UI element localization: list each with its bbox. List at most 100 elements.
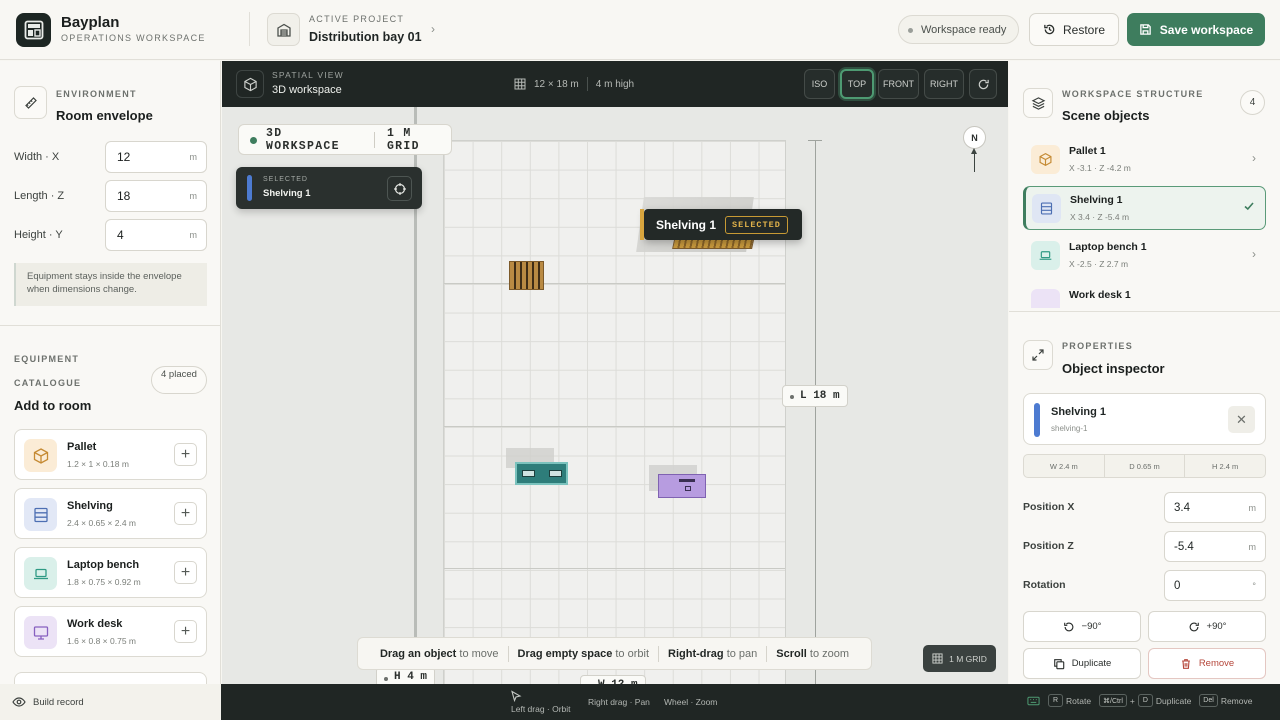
- object-color-bar: [1034, 403, 1040, 437]
- object-name: Work desk 1: [1069, 289, 1131, 301]
- add-work-desk-button[interactable]: +: [174, 620, 197, 643]
- remove-button[interactable]: Remove: [1148, 648, 1266, 679]
- rotate-left-button[interactable]: −90°: [1023, 611, 1141, 642]
- grid-major-line: [444, 426, 785, 427]
- deselect-close-button[interactable]: ✕: [1228, 406, 1255, 433]
- help-divider: [658, 645, 660, 662]
- tooltip-selected-tag: SELECTED: [725, 215, 788, 234]
- build-record-label: Build record: [33, 696, 84, 708]
- duplicate-icon: [1053, 658, 1064, 669]
- grid-major-line: [444, 568, 785, 569]
- position-x-value: 3.4: [1174, 501, 1190, 514]
- focus-target-button[interactable]: [387, 176, 412, 201]
- width-input[interactable]: 12 m: [105, 141, 207, 173]
- object-name: Pallet 1: [1069, 145, 1106, 157]
- length-input[interactable]: 18 m: [105, 180, 207, 212]
- scene-object-laptop-bench-1[interactable]: Laptop bench 1 X -2.5 · Z 2.7 m ›: [1023, 234, 1266, 278]
- build-record-button[interactable]: Build record: [0, 684, 221, 720]
- rotation-input[interactable]: 0 °: [1164, 570, 1266, 601]
- shortcut-remove: Remove: [1220, 695, 1253, 706]
- object-position: X -3.1 · Z -4.2 m: [1069, 163, 1131, 173]
- bayplan-logo-icon[interactable]: [16, 13, 51, 47]
- add-shelving-button[interactable]: +: [174, 502, 197, 525]
- compass-north[interactable]: N: [963, 126, 986, 149]
- selected-name: Shelving 1: [263, 188, 311, 199]
- restore-button[interactable]: Restore: [1029, 13, 1119, 46]
- grid-icon: [514, 78, 526, 90]
- chevron-right-icon: ›: [1252, 247, 1256, 261]
- item-name: Pallet: [67, 441, 97, 453]
- position-x-unit: m: [1248, 503, 1257, 513]
- scene-object-pallet-1[interactable]: Pallet 1 X -3.1 · Z -4.2 m ›: [1023, 138, 1266, 182]
- object-name: Laptop bench 1: [1069, 241, 1147, 253]
- length-unit: m: [189, 191, 198, 201]
- position-z-input[interactable]: -5.4 m: [1164, 531, 1266, 562]
- grid-major-line: [444, 283, 785, 284]
- grid-toggle-button[interactable]: 1 M GRID: [923, 645, 996, 672]
- add-pallet-button[interactable]: +: [174, 443, 197, 466]
- rotation-unit: °: [1252, 581, 1256, 591]
- view-iso-button[interactable]: ISO: [804, 69, 835, 99]
- catalogue-item-pallet[interactable]: Pallet 1.2 × 1 × 0.18 m +: [14, 429, 207, 480]
- workspace-grid-badge: 3D WORKSPACE 1 M GRID: [238, 124, 452, 155]
- duplicate-button[interactable]: Duplicate: [1023, 648, 1141, 679]
- workspace-status-badge: Workspace ready: [898, 15, 1019, 44]
- project-name[interactable]: Distribution bay 01: [309, 30, 422, 44]
- chevron-right-icon[interactable]: ›: [431, 22, 435, 36]
- keyboard-icon: [1027, 696, 1040, 705]
- view-front-button[interactable]: FRONT: [878, 69, 919, 99]
- add-laptop-bench-button[interactable]: +: [174, 561, 197, 584]
- position-x-input[interactable]: 3.4 m: [1164, 492, 1266, 523]
- shelving-icon: [24, 498, 57, 531]
- pallet-object[interactable]: [509, 261, 544, 290]
- interaction-help-bar: Drag an object to move Drag empty space …: [357, 637, 872, 670]
- laptop-bench-object[interactable]: [515, 462, 568, 485]
- environment-label: ENVIRONMENT: [56, 89, 137, 99]
- scene-object-work-desk-1[interactable]: Work desk 1: [1023, 282, 1266, 308]
- selected-label: SELECTED: [263, 176, 308, 183]
- object-position: X 3.4 · Z -5.4 m: [1070, 212, 1130, 222]
- reset-view-button[interactable]: [969, 69, 997, 99]
- laptop-icon: [24, 557, 57, 590]
- compass-arrow: [971, 148, 977, 154]
- work-desk-object[interactable]: [658, 474, 706, 498]
- catalogue-item-laptop-bench[interactable]: Laptop bench 1.8 × 0.75 × 0.92 m +: [14, 547, 207, 598]
- left-panel: ENVIRONMENT Room envelope Width · X 12 m …: [0, 61, 221, 684]
- room-height: 4 m high: [595, 78, 635, 90]
- badge-divider: [374, 131, 375, 148]
- height-label: Height · Y: [14, 229, 63, 241]
- inspector-title: Object inspector: [1062, 361, 1165, 376]
- width-label: Width · X: [14, 151, 60, 163]
- save-label: Save workspace: [1159, 22, 1254, 37]
- grid-badge-label: 1 M GRID: [949, 653, 987, 664]
- catalogue-item-shelving[interactable]: Shelving 2.4 × 0.65 × 2.4 m +: [14, 488, 207, 539]
- brand-subtitle: OPERATIONS WORKSPACE: [61, 33, 206, 43]
- section-divider: [0, 325, 220, 326]
- view-top-button[interactable]: TOP: [840, 69, 874, 99]
- dim-height: H 2.4 m: [1212, 461, 1239, 471]
- help-divider: [766, 645, 768, 662]
- spatial-view-title: 3D workspace: [272, 84, 342, 96]
- scene-object-shelving-1[interactable]: Shelving 1 X 3.4 · Z -5.4 m: [1023, 186, 1266, 230]
- viewport[interactable]: SPATIAL VIEW 3D workspace 12 × 18 m 4 m …: [222, 61, 1008, 684]
- rotate-right-button[interactable]: +90°: [1148, 611, 1266, 642]
- laptop-icon: [521, 470, 535, 477]
- height-input[interactable]: 4m: [105, 219, 207, 251]
- help-orbit: Drag empty space to orbit: [517, 647, 650, 660]
- save-workspace-button[interactable]: Save workspace: [1127, 13, 1265, 46]
- grid-icon: [932, 653, 943, 664]
- item-dims: 1.2 × 1 × 0.18 m: [67, 459, 129, 469]
- catalogue-item-work-desk[interactable]: Work desk 1.6 × 0.8 × 0.75 m +: [14, 606, 207, 657]
- view-right-button[interactable]: RIGHT: [924, 69, 964, 99]
- cube-icon: [236, 70, 264, 98]
- ruler-icon: [14, 86, 47, 119]
- width-unit: m: [189, 152, 198, 162]
- catalogue-title: Add to room: [14, 398, 92, 413]
- tooltip-name: Shelving 1: [656, 217, 717, 232]
- item-dims: 2.4 × 0.65 × 2.4 m: [67, 518, 136, 528]
- duplicate-label: Duplicate: [1071, 658, 1112, 669]
- room-wall-right: [815, 140, 816, 684]
- key-r: R: [1048, 694, 1063, 707]
- crosshair-icon: [393, 182, 406, 195]
- position-z-unit: m: [1248, 542, 1257, 552]
